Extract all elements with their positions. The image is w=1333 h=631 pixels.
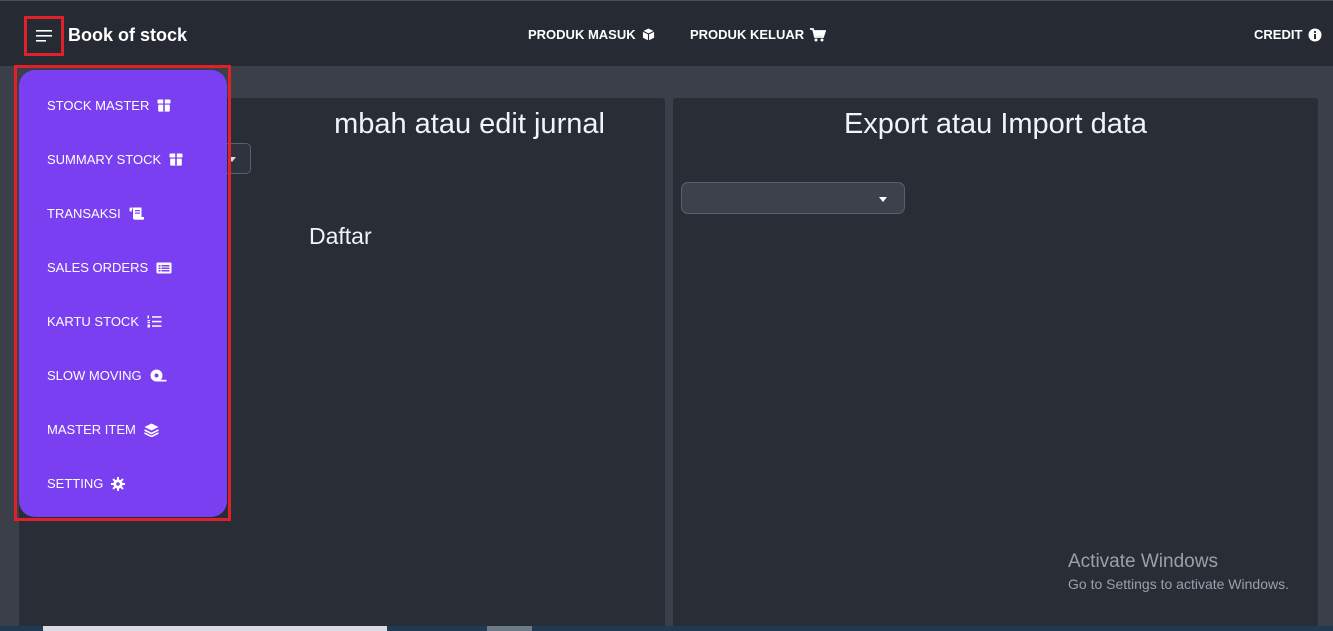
brand-title[interactable]: Book of stock	[68, 25, 187, 46]
numbered-list-icon	[147, 315, 162, 328]
taskbar-segment	[43, 626, 387, 631]
sidebar-item-master-item[interactable]: MASTER ITEM	[47, 422, 159, 437]
top-navbar: Book of stock PRODUK MASUK PRODUK KELUAR…	[0, 0, 1333, 66]
activate-windows-subtitle: Go to Settings to activate Windows.	[1068, 576, 1289, 592]
export-import-panel: Export atau Import data	[673, 98, 1318, 631]
sidebar-item-label: MASTER ITEM	[47, 422, 136, 437]
activate-windows-title: Activate Windows	[1068, 551, 1218, 572]
nav-produk-masuk-label: PRODUK MASUK	[528, 27, 636, 42]
hamburger-menu-button[interactable]	[24, 16, 64, 56]
hamburger-icon	[36, 30, 52, 42]
tape-icon	[150, 369, 167, 382]
sidebar-item-setting[interactable]: SETTING	[47, 476, 126, 491]
sidebar-item-summary-stock[interactable]: SUMMARY STOCK	[47, 152, 183, 167]
sidebar-item-stock-master[interactable]: STOCK MASTER	[47, 98, 171, 113]
taskbar-strip	[0, 626, 1333, 631]
scroll-icon	[129, 207, 144, 220]
export-import-title: Export atau Import data	[843, 108, 1148, 140]
list-card-icon	[156, 262, 172, 273]
export-import-dropdown[interactable]	[681, 182, 905, 214]
sidebar-item-label: SUMMARY STOCK	[47, 152, 162, 167]
sidebar-item-slow-moving[interactable]: SLOW MOVING	[47, 368, 167, 383]
sidebar-item-label: TRANSAKSI	[47, 206, 121, 221]
layers-icon	[143, 423, 159, 437]
gear-icon	[111, 476, 126, 491]
sidebar-item-label: SLOW MOVING	[47, 368, 142, 383]
cart-icon	[810, 27, 827, 41]
sidebar-item-label: KARTU STOCK	[47, 314, 139, 329]
sidebar-item-transaksi[interactable]: TRANSAKSI	[47, 206, 145, 221]
daftar-label: Daftar	[309, 223, 372, 249]
journal-panel-title-text: mbah atau edit jurnal	[334, 108, 605, 140]
box-icon	[157, 99, 171, 112]
nav-produk-masuk[interactable]: PRODUK MASUK	[528, 27, 655, 42]
nav-credit-label: CREDIT	[1254, 27, 1303, 42]
taskbar-segment	[487, 626, 532, 631]
info-icon	[1308, 28, 1322, 41]
sidebar-menu: STOCK MASTER SUMMARY STOCK TRANSAKSI SAL…	[19, 70, 227, 517]
cube-icon	[642, 28, 654, 41]
chevron-down-icon	[879, 197, 887, 202]
box-icon	[169, 153, 183, 166]
nav-credit[interactable]: CREDIT	[1254, 27, 1322, 42]
sidebar-item-label: SALES ORDERS	[47, 260, 149, 275]
sidebar-item-sales-orders[interactable]: SALES ORDERS	[47, 260, 172, 275]
sidebar-item-label: STOCK MASTER	[47, 98, 150, 113]
nav-produk-keluar-label: PRODUK KELUAR	[690, 27, 805, 42]
sidebar-item-kartu-stock[interactable]: KARTU STOCK	[47, 314, 162, 329]
nav-produk-keluar[interactable]: PRODUK KELUAR	[690, 27, 827, 42]
sidebar-item-label: SETTING	[47, 476, 104, 491]
